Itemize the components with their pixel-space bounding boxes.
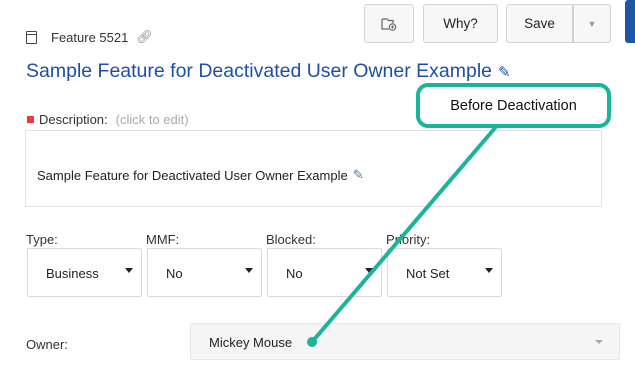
priority-value: Not Set xyxy=(406,266,450,281)
description-text-row: Sample Feature for Deactivated User Owne… xyxy=(37,167,364,183)
primary-action-button[interactable] xyxy=(625,0,635,43)
description-hint: (click to edit) xyxy=(115,112,189,127)
blocked-value: No xyxy=(286,266,303,281)
description-label: Description: (click to edit) xyxy=(27,112,189,127)
owner-value: Mickey Mouse xyxy=(209,335,293,350)
feature-id-header: Feature 5521 🔗︎ xyxy=(26,27,153,47)
mmf-select[interactable]: No xyxy=(147,248,262,297)
caret-down-icon: ▼ xyxy=(587,18,597,29)
owner-label: Owner: xyxy=(26,337,68,352)
mmf-label: MMF: xyxy=(146,232,180,247)
feature-id-label: Feature 5521 xyxy=(51,29,129,45)
blocked-select[interactable]: No xyxy=(267,248,382,297)
link-icon[interactable]: 🔗︎ xyxy=(136,29,153,45)
type-label: Type: xyxy=(26,232,58,247)
owner-select[interactable]: Mickey Mouse xyxy=(190,323,620,360)
pencil-icon[interactable]: ✎ xyxy=(498,63,511,81)
document-icon xyxy=(26,30,37,44)
priority-select[interactable]: Not Set xyxy=(387,248,502,297)
caret-down-icon xyxy=(245,268,253,273)
description-text: Sample Feature for Deactivated User Owne… xyxy=(37,167,348,183)
save-options-button[interactable]: ▼ xyxy=(573,4,611,43)
priority-label: Priority: xyxy=(386,232,431,247)
required-marker xyxy=(27,116,34,123)
type-value: Business xyxy=(46,266,99,281)
type-select[interactable]: Business xyxy=(27,248,142,297)
blocked-label: Blocked: xyxy=(266,232,316,247)
folder-add-icon xyxy=(381,17,397,31)
description-box[interactable]: Sample Feature for Deactivated User Owne… xyxy=(25,130,602,207)
annotation-callout: Before Deactivation xyxy=(416,83,611,128)
save-button[interactable]: Save xyxy=(506,4,573,43)
why-button[interactable]: Why? xyxy=(423,4,498,43)
feature-title[interactable]: Sample Feature for Deactivated User Owne… xyxy=(26,60,511,83)
caret-down-icon xyxy=(365,268,373,273)
caret-down-icon xyxy=(485,268,493,273)
caret-down-icon xyxy=(595,340,603,344)
mmf-value: No xyxy=(166,266,183,281)
caret-down-icon xyxy=(125,268,133,273)
folder-add-button[interactable] xyxy=(364,4,414,43)
pencil-icon[interactable]: ✎ xyxy=(353,167,364,183)
description-label-text: Description: xyxy=(39,112,108,127)
feature-title-text: Sample Feature for Deactivated User Owne… xyxy=(26,60,493,82)
